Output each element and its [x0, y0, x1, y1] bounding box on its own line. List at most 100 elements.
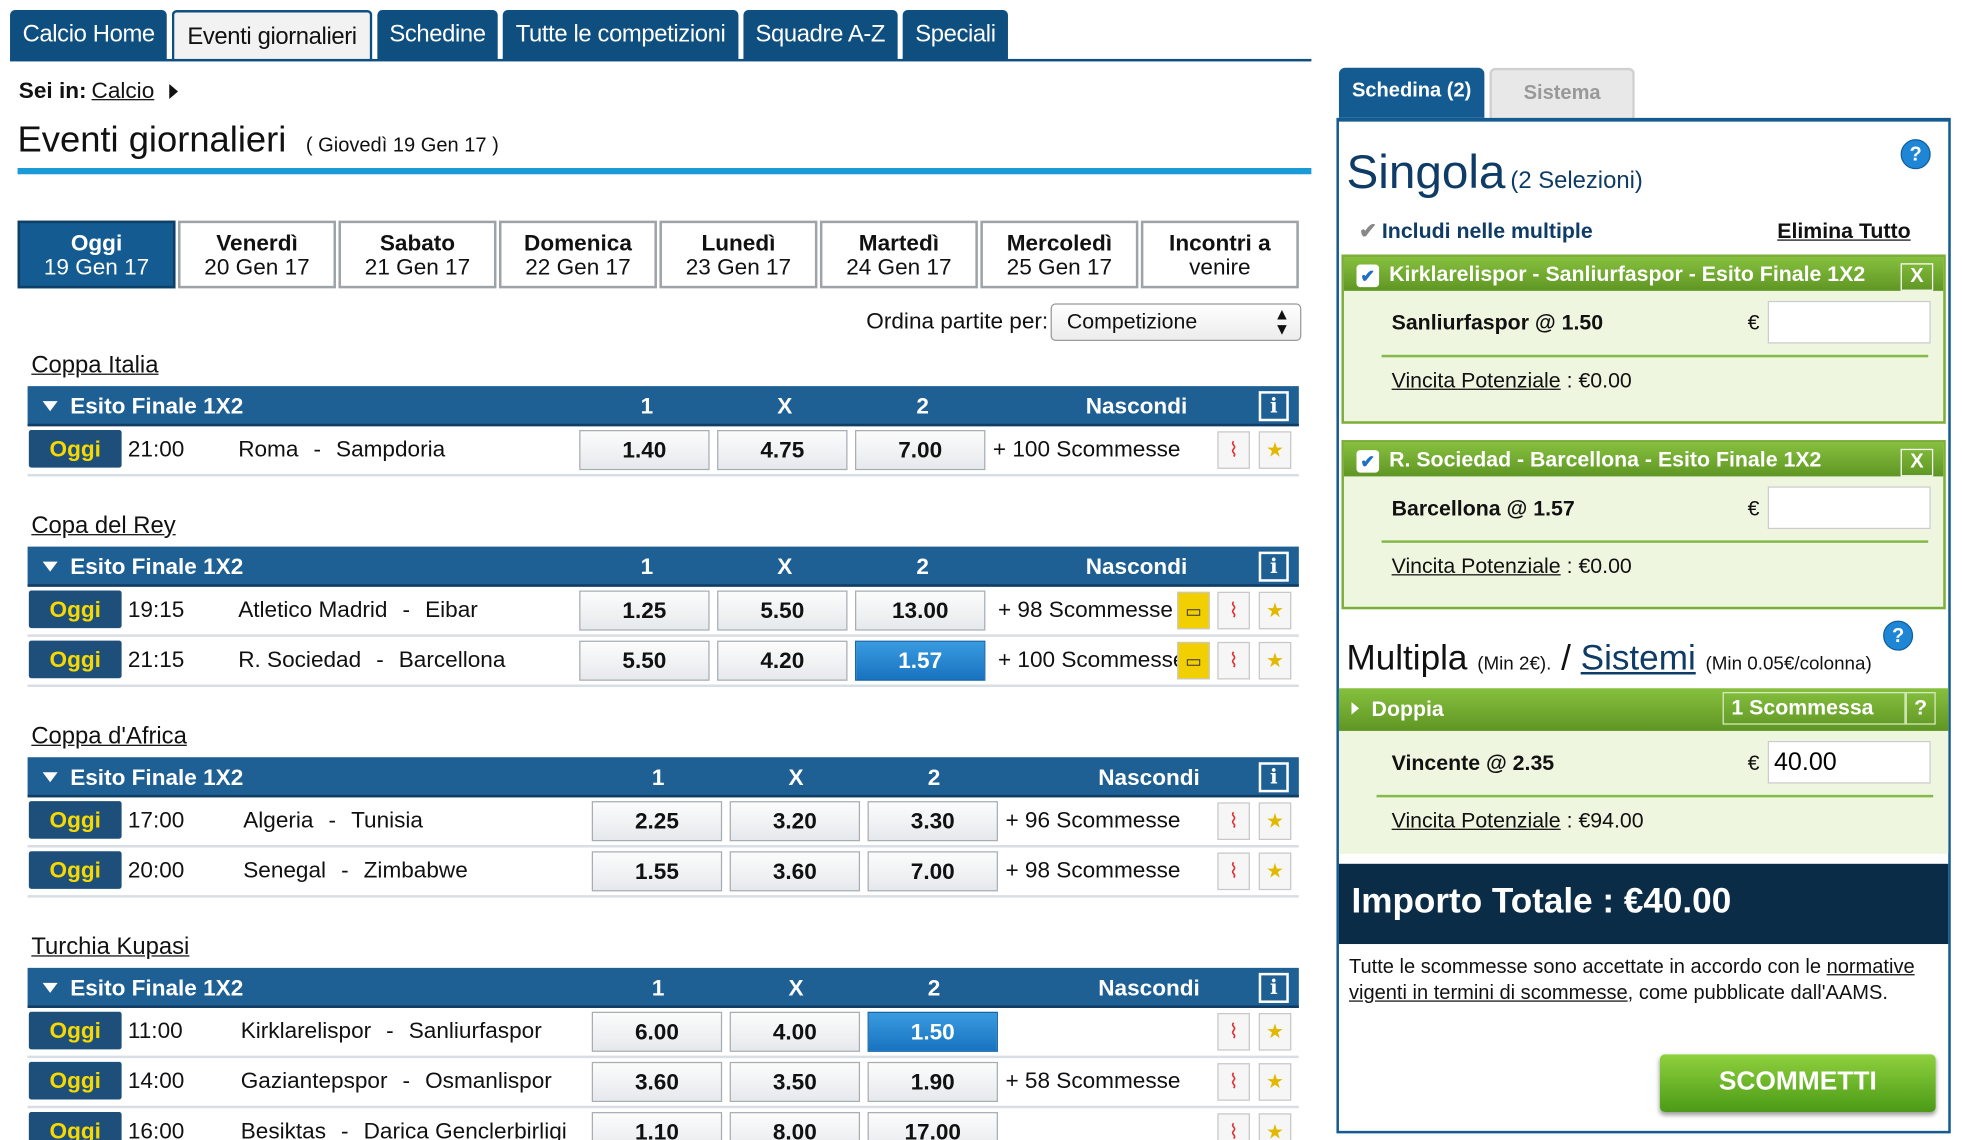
more-bets-link[interactable]: + 96 Scommesse [1005, 807, 1180, 833]
odds-button[interactable]: 4.20 [717, 640, 848, 681]
stats-chart-icon[interactable]: ⌇ [1217, 1063, 1250, 1101]
more-bets-link[interactable]: + 100 Scommesse [993, 436, 1181, 462]
today-badge[interactable]: Oggi [28, 590, 122, 629]
match-teams[interactable]: Atletico Madrid - Eibar [238, 597, 478, 623]
odds-button[interactable]: 7.00 [867, 851, 998, 892]
stats-chart-icon[interactable]: ⌇ [1217, 1113, 1250, 1140]
odds-button[interactable]: 1.90 [867, 1061, 998, 1103]
info-icon[interactable]: i [1258, 391, 1289, 422]
today-badge[interactable]: Oggi [28, 801, 122, 839]
info-icon[interactable]: i [1258, 972, 1289, 1003]
odds-button[interactable]: 1.10 [591, 1112, 723, 1140]
favourite-star-icon[interactable]: ★ [1258, 591, 1292, 630]
stats-chart-icon[interactable]: ⌇ [1217, 591, 1250, 630]
tab-sistema[interactable]: Sistema [1489, 67, 1635, 121]
competition-name[interactable]: Copa del Rey [31, 509, 1298, 547]
sort-select[interactable]: Competizione ▲ ▼ [1050, 303, 1302, 342]
collapse-arrow-icon[interactable] [42, 982, 58, 993]
favourite-star-icon[interactable]: ★ [1258, 852, 1292, 891]
odds-button[interactable]: 4.75 [717, 430, 848, 471]
tab-speciali[interactable]: Speciali [902, 10, 1009, 61]
potential-win-link[interactable]: Vincita Potenziale [1392, 369, 1561, 393]
day-tab-0[interactable]: Oggi 19 Gen 17 [17, 220, 176, 289]
odds-button[interactable]: 5.50 [579, 640, 710, 681]
day-tab-3[interactable]: Domenica 22 Gen 17 [498, 220, 657, 289]
stats-chart-icon[interactable]: ⌇ [1217, 1012, 1250, 1051]
favourite-star-icon[interactable]: ★ [1258, 431, 1292, 469]
favourite-star-icon[interactable]: ★ [1258, 1113, 1292, 1140]
selection-checkbox[interactable]: ✔ [1356, 450, 1380, 473]
tab-schedina[interactable]: Schedina (2) [1338, 67, 1485, 121]
today-badge[interactable]: Oggi [28, 1112, 122, 1140]
competition-name[interactable]: Coppa d'Africa [31, 720, 1298, 758]
stats-chart-icon[interactable]: ⌇ [1217, 802, 1250, 840]
odds-button[interactable]: 3.60 [729, 851, 861, 892]
double-header[interactable]: Doppia 1 Scommessa ? [1338, 688, 1949, 731]
collapse-arrow-icon[interactable] [42, 561, 58, 572]
match-teams[interactable]: R. Sociedad - Barcellona [238, 647, 505, 673]
hide-market-link[interactable]: Nascondi [1086, 394, 1188, 420]
favourite-star-icon[interactable]: ★ [1258, 641, 1292, 680]
match-teams[interactable]: Senegal - Zimbabwe [243, 858, 468, 884]
odds-button[interactable]: 3.50 [729, 1061, 861, 1103]
today-badge[interactable]: Oggi [28, 640, 122, 679]
day-tab-7[interactable]: Incontri a venire [1140, 220, 1299, 289]
odds-button[interactable]: 1.55 [591, 851, 723, 892]
competition-name[interactable]: Turchia Kupasi [31, 930, 1298, 968]
odds-button[interactable]: 8.00 [729, 1112, 861, 1140]
odds-button[interactable]: 1.57 [855, 640, 986, 681]
tab-eventi-giornalieri[interactable]: Eventi giornalieri [172, 10, 372, 61]
tab-calcio-home[interactable]: Calcio Home [10, 10, 168, 61]
stake-input[interactable] [1767, 300, 1931, 344]
odds-button[interactable]: 4.00 [729, 1011, 861, 1052]
competition-name[interactable]: Coppa Italia [31, 349, 1298, 387]
hide-market-link[interactable]: Nascondi [1086, 554, 1188, 580]
stats-chart-icon[interactable]: ⌇ [1217, 852, 1250, 891]
help-icon[interactable]: ? [1905, 692, 1936, 725]
odds-button[interactable]: 13.00 [855, 590, 986, 631]
today-badge[interactable]: Oggi [28, 430, 122, 468]
tab-tutte-competizioni[interactable]: Tutte le competizioni [503, 10, 738, 61]
match-teams[interactable]: Besiktas - Darica Genclerbirligi [241, 1118, 567, 1140]
odds-button[interactable]: 3.20 [729, 801, 861, 842]
more-bets-link[interactable]: + 98 Scommesse [998, 597, 1173, 623]
tab-squadre-az[interactable]: Squadre A-Z [742, 10, 898, 61]
odds-button[interactable]: 3.60 [591, 1061, 723, 1103]
potential-win-link[interactable]: Vincita Potenziale [1392, 554, 1561, 578]
info-icon[interactable]: i [1258, 762, 1289, 793]
day-tab-5[interactable]: Martedì 24 Gen 17 [819, 220, 978, 289]
stats-chart-icon[interactable]: ⌇ [1217, 641, 1250, 680]
more-bets-link[interactable]: + 58 Scommesse [1005, 1068, 1180, 1094]
live-tv-icon[interactable]: ▭ [1177, 641, 1210, 680]
help-icon[interactable]: ? [1883, 620, 1914, 651]
today-badge[interactable]: Oggi [28, 1011, 122, 1050]
more-bets-link[interactable]: + 100 Scommesse [998, 647, 1186, 673]
day-tab-1[interactable]: Venerdì 20 Gen 17 [178, 220, 336, 289]
stats-chart-icon[interactable]: ⌇ [1217, 431, 1250, 469]
day-tab-6[interactable]: Mercoledì 25 Gen 17 [980, 220, 1139, 289]
selection-checkbox[interactable]: ✔ [1356, 264, 1380, 288]
double-stake-input[interactable] [1767, 740, 1931, 784]
remove-selection-button[interactable]: X [1900, 263, 1934, 291]
today-badge[interactable]: Oggi [28, 851, 122, 889]
breadcrumb-link-calcio[interactable]: Calcio [92, 78, 155, 103]
match-teams[interactable]: Kirklarelispor - Sanliurfaspor [241, 1018, 542, 1044]
match-teams[interactable]: Algeria - Tunisia [243, 807, 423, 833]
today-badge[interactable]: Oggi [28, 1061, 122, 1100]
match-teams[interactable]: Roma - Sampdoria [238, 436, 445, 462]
delete-all-link[interactable]: Elimina Tutto [1777, 219, 1910, 244]
info-icon[interactable]: i [1258, 551, 1289, 582]
odds-button[interactable]: 1.25 [579, 590, 710, 631]
remove-selection-button[interactable]: X [1900, 448, 1934, 477]
odds-button[interactable]: 2.25 [591, 801, 723, 842]
odds-button[interactable]: 1.50 [867, 1011, 998, 1052]
include-multiples[interactable]: ✔ Includi nelle multiple [1359, 219, 1593, 244]
more-bets-link[interactable]: + 98 Scommesse [1005, 858, 1180, 884]
collapse-arrow-icon[interactable] [42, 401, 58, 412]
odds-button[interactable]: 1.40 [579, 430, 710, 471]
odds-button[interactable]: 7.00 [855, 430, 986, 471]
hide-market-link[interactable]: Nascondi [1098, 975, 1200, 1001]
favourite-star-icon[interactable]: ★ [1258, 1063, 1292, 1101]
help-icon[interactable]: ? [1900, 139, 1931, 170]
place-bet-button[interactable]: SCOMMETTI [1659, 1054, 1936, 1113]
